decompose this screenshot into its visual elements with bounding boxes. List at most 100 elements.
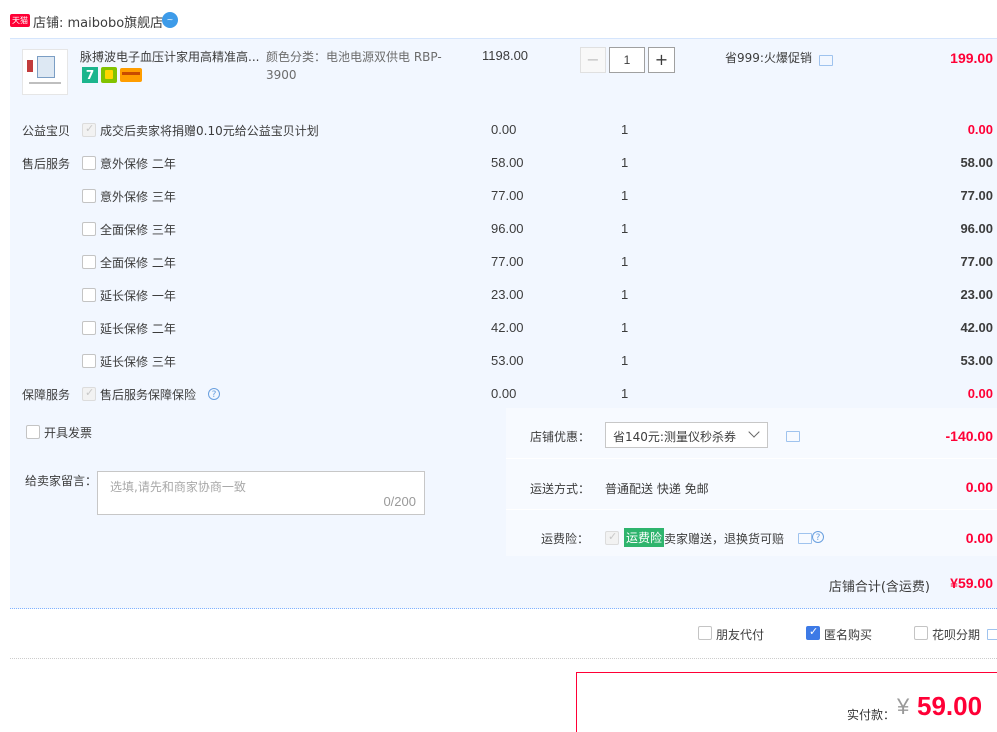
freight-chat-icon[interactable] [798,533,812,544]
addon-checkbox[interactable] [82,255,96,269]
payment-label: 实付款： [847,708,896,722]
product-thumbnail[interactable] [22,49,68,95]
addon-checkbox[interactable] [82,156,96,170]
seller-message-input[interactable]: 选填,请先和商家协商一致 0/200 [97,471,425,515]
addon-group-label: 保障服务 [22,388,71,402]
huabei-chat-icon[interactable] [987,629,997,640]
chevron-down-icon [748,426,760,438]
addon-qty: 1 [621,353,629,368]
product-spec-line1: 颜色分类：电池电源双供电 RBP- [266,50,442,64]
addon-label: 延长保修 三年 [100,355,176,369]
addon-row: 意外保修 三年 77.00 1 77.00 [10,178,997,211]
addon-total: 53.00 [960,353,993,368]
freight-insurance-checkbox [605,530,619,545]
shop-header: 天猫 店铺: maibobo旗舰店 ~ [0,0,997,38]
shop-name-link[interactable]: 店铺: maibobo旗舰店 [33,12,163,31]
huabei-label[interactable]: 花呗分期 [932,626,980,643]
addon-service-list: 公益宝贝 成交后卖家将捐赠0.10元给公益宝贝计划 0.00 1 0.00 售后服务意外保… [10,112,997,409]
addon-total: 96.00 [960,221,993,236]
addon-price: 53.00 [491,353,524,368]
product-title-link[interactable]: 脉搏波电子血压计家用高精准高... [80,48,259,65]
addon-total: 23.00 [960,287,993,302]
freight-insurance-desc: 卖家赠送，退换货可赔 [664,532,785,546]
addon-row: 延长保修 二年 42.00 1 42.00 [10,310,997,343]
friend-pay-checkbox[interactable] [698,626,712,640]
promo-chat-icon[interactable] [819,55,833,66]
shipping-method: 普通配送 快递 免邮 [605,482,709,496]
addon-qty: 1 [621,188,629,203]
addon-checkbox[interactable] [82,222,96,236]
anonymous-checkbox[interactable] [806,625,820,640]
addon-total: 42.00 [960,320,993,335]
addon-total: 77.00 [960,188,993,203]
addon-row: 保障服务 售后服务保障保险 0.00 1 0.00? [10,376,997,409]
quantity-increase-button[interactable]: + [648,47,675,73]
invoice-checkbox[interactable] [26,425,40,439]
addon-total: 0.00 [967,386,993,401]
help-question-icon[interactable]: ? [812,531,824,543]
addon-price: 77.00 [491,254,524,269]
addon-row: 售后服务 意外保修 二年 58.00 1 58.00 [10,145,997,178]
addon-row: 公益宝贝 成交后卖家将捐赠0.10元给公益宝贝计划 0.00 1 0.00 [10,112,997,145]
addon-price: 77.00 [491,188,524,203]
addon-label: 意外保修 三年 [100,190,176,204]
order-item-panel: 脉搏波电子血压计家用高精准高... 7 颜色分类：电池电源双供电 RBP- 39… [10,38,997,409]
message-label: 给卖家留言： [25,474,98,488]
shop-discount-label: 店铺优惠： [530,430,591,444]
addon-price: 0.00 [491,386,517,401]
order-extra-panel: 开具发票 给卖家留言： 选填,请先和商家协商一致 0/200 店铺优惠： 省14… [10,408,997,609]
freight-insurance-amount: 0.00 [965,530,993,546]
addon-total: 58.00 [960,155,993,170]
addon-qty: 1 [621,254,629,269]
message-placeholder: 选填,请先和商家协商一致 [110,480,246,494]
payment-currency: ¥ [897,694,910,719]
quantity-input[interactable]: 1 [609,47,645,73]
quantity-decrease-button[interactable]: − [580,47,606,73]
addon-label: 全面保修 三年 [100,223,176,237]
addon-qty: 1 [621,122,629,137]
huabei-checkbox[interactable] [914,626,928,640]
quantity-stepper: − 1 + [580,47,676,73]
addon-checkbox[interactable] [82,321,96,335]
addon-row: 延长保修 三年 53.00 1 53.00 [10,343,997,376]
addon-checkbox[interactable] [82,354,96,368]
addon-price: 23.00 [491,287,524,302]
shop-discount-select[interactable]: 省140元:测量仪秒杀券 [605,422,768,448]
unit-price: 1198.00 [482,48,529,63]
addon-row: 全面保修 二年 77.00 1 77.00 [10,244,997,277]
payment-amount: 59.00 [917,691,983,721]
addon-price: 96.00 [491,221,524,236]
shipping-label: 运送方式： [530,482,591,496]
help-question-icon[interactable]: ? [208,388,220,400]
payment-summary-box: 实付款： ¥ 59.00 [576,672,997,732]
friend-pay-label[interactable]: 朋友代付 [716,626,764,643]
anonymous-label[interactable]: 匿名购买 [824,626,872,643]
discount-chat-icon[interactable] [786,431,800,442]
addon-total: 0.00 [967,122,993,137]
addon-qty: 1 [621,320,629,335]
message-counter: 0/200 [383,494,416,509]
order-extra-right: 店铺优惠： 省140元:测量仪秒杀券 -140.00 运送方式： 普通配送 快递… [506,408,997,556]
wangwang-chat-icon[interactable]: ~ [162,12,178,28]
shop-total-label: 店铺合计(含运费) [828,580,930,595]
addon-label: 延长保修 二年 [100,322,176,336]
addon-label: 延长保修 一年 [100,289,176,303]
addon-checkbox[interactable] [82,288,96,302]
addon-checkbox [82,122,96,137]
freight-insurance-label: 运费险： [541,532,590,546]
addon-group-label: 公益宝贝 [22,124,71,138]
addon-label: 全面保修 二年 [100,256,176,270]
freight-insurance-tag: 运费险 [624,528,665,547]
addon-label: 成交后卖家将捐赠0.10元给公益宝贝计划 [100,124,319,138]
order-extra-left: 开具发票 给卖家留言： 选填,请先和商家协商一致 0/200 [10,408,503,556]
credit-card-icon [120,68,142,82]
seven-day-return-icon: 7 [82,67,98,83]
addon-checkbox[interactable] [82,189,96,203]
invoice-label: 开具发票 [44,426,93,440]
addon-price: 42.00 [491,320,524,335]
addon-qty: 1 [621,287,629,302]
addon-label: 售后服务保障保险 [100,388,197,402]
addon-price: 58.00 [491,155,524,170]
addon-row: 延长保修 一年 23.00 1 23.00 [10,277,997,310]
addon-price: 0.00 [491,122,517,137]
